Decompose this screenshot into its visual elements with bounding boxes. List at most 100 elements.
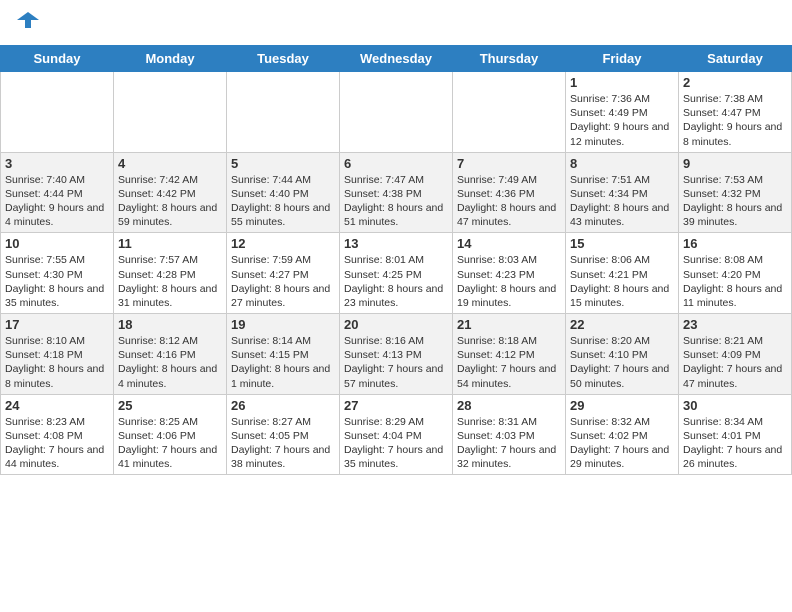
day-info: Sunrise: 8:27 AM Sunset: 4:05 PM Dayligh… [231,415,335,472]
calendar-day-header: Sunday [1,46,114,72]
calendar-cell: 3 Sunrise: 7:40 AM Sunset: 4:44 PM Daylig… [1,152,114,233]
day-number: 13 [344,236,448,251]
calendar-cell: 22 Sunrise: 8:20 AM Sunset: 4:10 PM Dayli… [566,314,679,395]
logo-bird-icon [17,10,39,32]
calendar-day-header: Monday [114,46,227,72]
day-info: Sunrise: 8:34 AM Sunset: 4:01 PM Dayligh… [683,415,787,472]
day-number: 4 [118,156,222,171]
day-info: Sunrise: 8:18 AM Sunset: 4:12 PM Dayligh… [457,334,561,391]
day-number: 1 [570,75,674,90]
day-info: Sunrise: 7:42 AM Sunset: 4:42 PM Dayligh… [118,173,222,230]
calendar-cell: 17Sunrise: 8:10 AM Sunset: 4:18 PM Dayli… [1,314,114,395]
day-info: Sunrise: 7:40 AM Sunset: 4:44 PM Dayligh… [5,173,109,230]
day-number: 20 [344,317,448,332]
day-info: Sunrise: 8:25 AM Sunset: 4:06 PM Dayligh… [118,415,222,472]
day-number: 8 [570,156,674,171]
day-number: 26 [231,398,335,413]
day-number: 17 [5,317,109,332]
day-number: 21 [457,317,561,332]
calendar-cell: 10 Sunrise: 7:55 AM Sunset: 4:30 PM Dayli… [1,233,114,314]
day-number: 14 [457,236,561,251]
day-info: Sunrise: 7:38 AM Sunset: 4:47 PM Dayligh… [683,92,787,149]
calendar-cell: 5 Sunrise: 7:44 AM Sunset: 4:40 PM Daylig… [227,152,340,233]
calendar-cell: 6Sunrise: 7:47 AM Sunset: 4:38 PM Daylig… [340,152,453,233]
calendar-cell: 9 Sunrise: 7:53 AM Sunset: 4:32 PM Daylig… [679,152,792,233]
day-number: 2 [683,75,787,90]
day-info: Sunrise: 7:53 AM Sunset: 4:32 PM Dayligh… [683,173,787,230]
calendar-cell: 14 Sunrise: 8:03 AM Sunset: 4:23 PM Dayli… [453,233,566,314]
day-number: 18 [118,317,222,332]
day-number: 10 [5,236,109,251]
calendar-cell: 13Sunrise: 8:01 AM Sunset: 4:25 PM Dayli… [340,233,453,314]
day-info: Sunrise: 8:29 AM Sunset: 4:04 PM Dayligh… [344,415,448,472]
calendar-table: SundayMondayTuesdayWednesdayThursdayFrid… [0,45,792,475]
day-info: Sunrise: 8:08 AM Sunset: 4:20 PM Dayligh… [683,253,787,310]
calendar-header-row: SundayMondayTuesdayWednesdayThursdayFrid… [1,46,792,72]
day-number: 27 [344,398,448,413]
calendar-cell: 27 Sunrise: 8:29 AM Sunset: 4:04 PM Dayli… [340,394,453,475]
calendar-day-header: Saturday [679,46,792,72]
calendar-cell: 2 Sunrise: 7:38 AM Sunset: 4:47 PM Daylig… [679,72,792,153]
day-info: Sunrise: 8:12 AM Sunset: 4:16 PM Dayligh… [118,334,222,391]
calendar-cell: 29 Sunrise: 8:32 AM Sunset: 4:02 PM Dayli… [566,394,679,475]
day-info: Sunrise: 8:16 AM Sunset: 4:13 PM Dayligh… [344,334,448,391]
calendar-cell: 15 Sunrise: 8:06 AM Sunset: 4:21 PM Dayli… [566,233,679,314]
calendar-cell: 1Sunrise: 7:36 AM Sunset: 4:49 PM Daylig… [566,72,679,153]
calendar-cell: 12 Sunrise: 7:59 AM Sunset: 4:27 PM Dayli… [227,233,340,314]
day-info: Sunrise: 7:59 AM Sunset: 4:27 PM Dayligh… [231,253,335,310]
calendar-cell: 25 Sunrise: 8:25 AM Sunset: 4:06 PM Dayli… [114,394,227,475]
calendar-cell: 11Sunrise: 7:57 AM Sunset: 4:28 PM Dayli… [114,233,227,314]
day-info: Sunrise: 8:06 AM Sunset: 4:21 PM Dayligh… [570,253,674,310]
day-info: Sunrise: 8:03 AM Sunset: 4:23 PM Dayligh… [457,253,561,310]
day-info: Sunrise: 7:49 AM Sunset: 4:36 PM Dayligh… [457,173,561,230]
day-info: Sunrise: 8:23 AM Sunset: 4:08 PM Dayligh… [5,415,109,472]
day-number: 7 [457,156,561,171]
calendar-day-header: Tuesday [227,46,340,72]
calendar-cell: 23 Sunrise: 8:21 AM Sunset: 4:09 PM Dayli… [679,314,792,395]
calendar-day-header: Wednesday [340,46,453,72]
calendar-cell [227,72,340,153]
day-number: 9 [683,156,787,171]
day-info: Sunrise: 8:31 AM Sunset: 4:03 PM Dayligh… [457,415,561,472]
day-number: 12 [231,236,335,251]
day-info: Sunrise: 7:55 AM Sunset: 4:30 PM Dayligh… [5,253,109,310]
day-number: 3 [5,156,109,171]
calendar-body: 1Sunrise: 7:36 AM Sunset: 4:49 PM Daylig… [1,72,792,475]
day-number: 25 [118,398,222,413]
day-number: 16 [683,236,787,251]
day-number: 28 [457,398,561,413]
calendar-cell: 8Sunrise: 7:51 AM Sunset: 4:34 PM Daylig… [566,152,679,233]
day-info: Sunrise: 8:32 AM Sunset: 4:02 PM Dayligh… [570,415,674,472]
logo [15,10,39,32]
calendar-cell [114,72,227,153]
day-number: 19 [231,317,335,332]
calendar-cell: 30 Sunrise: 8:34 AM Sunset: 4:01 PM Dayli… [679,394,792,475]
day-number: 5 [231,156,335,171]
calendar-week-row: 10 Sunrise: 7:55 AM Sunset: 4:30 PM Dayli… [1,233,792,314]
day-number: 15 [570,236,674,251]
day-number: 6 [344,156,448,171]
day-number: 22 [570,317,674,332]
calendar-cell: 20 Sunrise: 8:16 AM Sunset: 4:13 PM Dayli… [340,314,453,395]
day-info: Sunrise: 8:21 AM Sunset: 4:09 PM Dayligh… [683,334,787,391]
calendar-cell: 19 Sunrise: 8:14 AM Sunset: 4:15 PM Dayli… [227,314,340,395]
day-number: 11 [118,236,222,251]
calendar-week-row: 24 Sunrise: 8:23 AM Sunset: 4:08 PM Dayli… [1,394,792,475]
calendar-cell: 4 Sunrise: 7:42 AM Sunset: 4:42 PM Daylig… [114,152,227,233]
day-number: 24 [5,398,109,413]
calendar-week-row: 1Sunrise: 7:36 AM Sunset: 4:49 PM Daylig… [1,72,792,153]
day-info: Sunrise: 8:20 AM Sunset: 4:10 PM Dayligh… [570,334,674,391]
day-number: 29 [570,398,674,413]
calendar-cell: 26 Sunrise: 8:27 AM Sunset: 4:05 PM Dayli… [227,394,340,475]
day-number: 23 [683,317,787,332]
calendar-cell [453,72,566,153]
calendar-cell [340,72,453,153]
day-info: Sunrise: 7:44 AM Sunset: 4:40 PM Dayligh… [231,173,335,230]
day-number: 30 [683,398,787,413]
calendar-cell: 24 Sunrise: 8:23 AM Sunset: 4:08 PM Dayli… [1,394,114,475]
subtitle [0,37,792,45]
calendar-week-row: 3 Sunrise: 7:40 AM Sunset: 4:44 PM Daylig… [1,152,792,233]
calendar-cell: 21 Sunrise: 8:18 AM Sunset: 4:12 PM Dayli… [453,314,566,395]
calendar-cell: 28 Sunrise: 8:31 AM Sunset: 4:03 PM Dayli… [453,394,566,475]
day-info: Sunrise: 8:14 AM Sunset: 4:15 PM Dayligh… [231,334,335,391]
